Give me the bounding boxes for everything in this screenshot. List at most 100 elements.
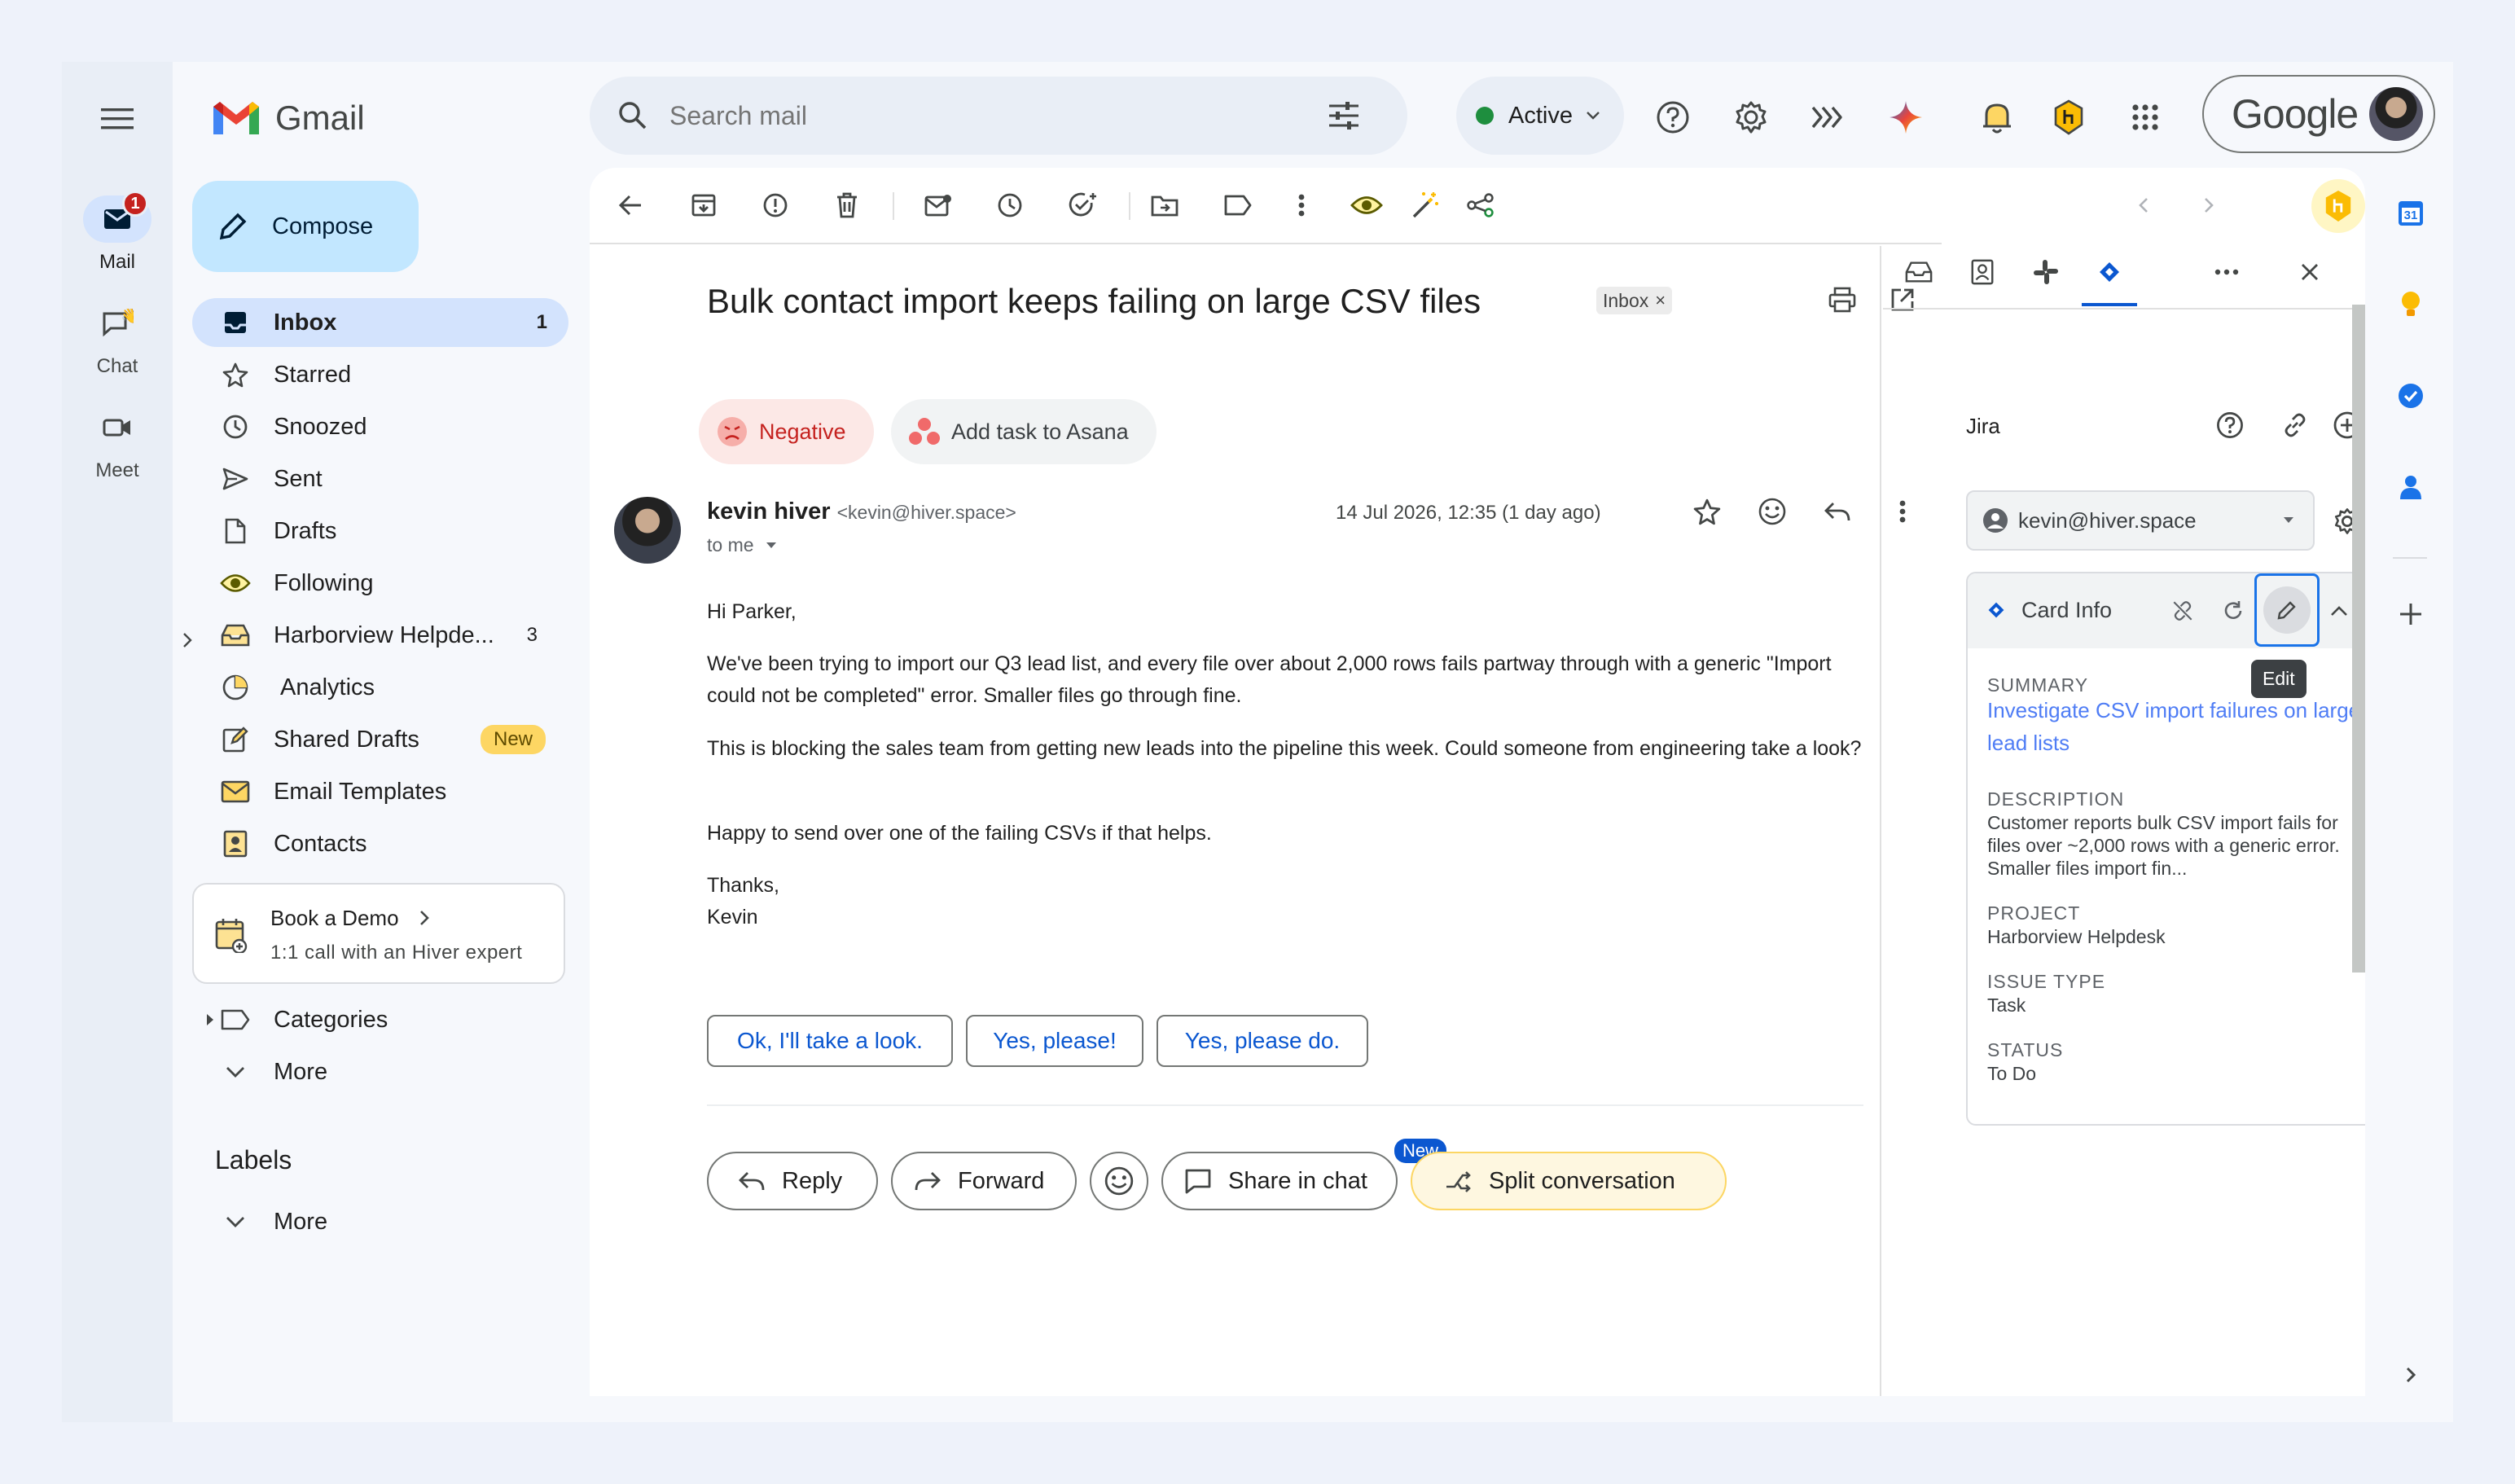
status-dot (1476, 107, 1494, 125)
archive-icon[interactable] (683, 184, 725, 226)
collapse-chevron-icon[interactable] (2323, 595, 2355, 627)
nav-item-shared-drafts[interactable]: Shared Drafts New (192, 715, 568, 764)
email-date: 14 Jul 2026, 12:35 (1 day ago) (1336, 502, 1601, 524)
nav-item-contacts[interactable]: Contacts (192, 819, 568, 868)
settings-gear-icon[interactable] (1728, 94, 1774, 140)
panel-scrollbar[interactable] (2352, 305, 2365, 973)
nav-item-inbox[interactable]: Inbox 1 (192, 298, 568, 347)
gmail-app: 1 Mail 👋 Chat Meet Gmail Compose Inbox 1… (62, 62, 2453, 1422)
keep-app-icon[interactable] (2390, 283, 2432, 326)
asana-label: Add task to Asana (951, 419, 1129, 444)
inbox-label-chip[interactable]: Inbox × (1596, 287, 1673, 314)
newer-chevron-icon[interactable] (2122, 184, 2165, 226)
magic-wand-icon[interactable] (1404, 184, 1446, 226)
summary-link[interactable]: Investigate CSV import failures on large… (1987, 694, 2365, 759)
google-apps-grid-icon[interactable] (2122, 94, 2168, 140)
recipient-details[interactable]: to me (707, 534, 777, 556)
split-conversation-button[interactable]: Split conversation (1411, 1152, 1727, 1210)
smart-reply-button[interactable]: Yes, please! (966, 1015, 1143, 1067)
nav-item-starred[interactable]: Starred (192, 350, 568, 399)
hiver-shield-icon[interactable] (2046, 94, 2091, 140)
back-arrow-icon[interactable] (609, 184, 652, 226)
search-icon[interactable] (617, 100, 648, 131)
mark-unread-icon[interactable] (917, 184, 959, 226)
contacts-app-icon[interactable] (2390, 466, 2432, 508)
nav-item-categories[interactable]: Categories (192, 995, 568, 1044)
smart-reply-button[interactable]: Yes, please do. (1157, 1015, 1368, 1067)
send-icon (222, 468, 248, 490)
chevron-right-icon (420, 911, 429, 925)
message-more-icon[interactable] (1881, 490, 1924, 533)
refresh-icon[interactable] (2217, 595, 2249, 627)
nav-label: Shared Drafts (274, 726, 419, 753)
nav-item-following[interactable]: Following (192, 559, 568, 608)
nav-label: Email Templates (274, 778, 447, 805)
nav-label: Analytics (280, 674, 375, 700)
tasks-app-icon[interactable] (2390, 375, 2432, 417)
close-panel-icon[interactable] (2287, 249, 2333, 295)
status-selector[interactable]: Active (1456, 77, 1624, 155)
star-icon[interactable] (1686, 490, 1728, 533)
hiver-logo-icon[interactable] (2311, 179, 2365, 233)
insert-emoji-button[interactable] (1090, 1152, 1148, 1210)
rail-mail[interactable]: 1 Mail (62, 191, 173, 274)
more-tabs-icon[interactable] (2204, 249, 2249, 295)
book-demo-card[interactable]: Book a Demo 1:1 call with an Hiver exper… (192, 883, 565, 984)
forward-button[interactable]: Forward (891, 1152, 1077, 1210)
calendar-app-icon[interactable]: 31 (2390, 192, 2432, 235)
label-icon[interactable] (1217, 184, 1259, 226)
help-icon[interactable] (1650, 94, 1696, 140)
jira-tab-icon[interactable] (2087, 249, 2132, 295)
add-asana-task-button[interactable]: Add task to Asana (891, 399, 1157, 464)
hiver-flow-icon[interactable] (1805, 94, 1850, 140)
main-menu-icon[interactable] (94, 96, 140, 142)
reply-icon[interactable] (1816, 490, 1859, 533)
smart-reply-button[interactable]: Ok, I'll take a look. (707, 1015, 953, 1067)
report-spam-icon[interactable] (754, 184, 797, 226)
search-options-icon[interactable] (1328, 101, 1360, 130)
nav-item-drafts[interactable]: Drafts (192, 507, 568, 555)
compose-button[interactable]: Compose (192, 181, 419, 272)
unlink-icon[interactable] (2166, 595, 2199, 627)
rail-chat[interactable]: 👋 Chat (62, 300, 173, 378)
more-vert-icon[interactable] (1280, 184, 1323, 226)
close-icon[interactable]: × (1655, 290, 1666, 311)
rail-mail-label: Mail (99, 251, 135, 273)
add-app-icon[interactable] (2390, 593, 2432, 635)
older-chevron-icon[interactable] (2188, 184, 2230, 226)
add-task-icon[interactable] (1062, 184, 1104, 226)
print-icon[interactable] (1821, 279, 1863, 321)
nav-item-snoozed[interactable]: Snoozed (192, 402, 568, 451)
link-icon[interactable] (2276, 406, 2315, 445)
edit-card-button[interactable] (2254, 573, 2320, 647)
delete-icon[interactable] (826, 184, 868, 226)
gemini-sparkle-icon[interactable] (1883, 94, 1929, 140)
nav-item-email-templates[interactable]: Email Templates (192, 767, 568, 816)
contact-card-tab-icon[interactable] (1960, 249, 2005, 295)
nav-item-more[interactable]: More (192, 1047, 568, 1096)
share-nodes-icon[interactable] (1459, 184, 1502, 226)
nav-item-sent[interactable]: Sent (192, 454, 568, 503)
search-input[interactable] (669, 100, 1288, 131)
move-to-icon[interactable] (1143, 184, 1186, 226)
jira-account-select[interactable]: kevin@hiver.space (1966, 490, 2315, 551)
nav-item-shared-inbox[interactable]: Harborview Helpde... 3 (192, 611, 568, 660)
expand-side-panel-icon[interactable] (2390, 1354, 2432, 1396)
notification-bell-icon[interactable] (1974, 94, 2020, 140)
nav-item-labels-more[interactable]: More (192, 1197, 568, 1246)
rail-meet[interactable]: Meet (62, 404, 173, 482)
nav-count: 3 (526, 624, 538, 646)
search-bar[interactable] (590, 77, 1407, 155)
emoji-react-icon[interactable] (1751, 490, 1793, 533)
reply-button[interactable]: Reply (707, 1152, 878, 1210)
sender-line: kevin hiver <kevin@hiver.space> (707, 498, 1016, 525)
follow-eye-icon[interactable] (1345, 184, 1388, 226)
slack-tab-icon[interactable] (2023, 249, 2069, 295)
snooze-icon[interactable] (989, 184, 1031, 226)
hiver-inbox-tab-icon[interactable] (1896, 249, 1942, 295)
help-icon[interactable] (2210, 406, 2249, 445)
nav-item-analytics[interactable]: Analytics (192, 663, 568, 712)
sender-avatar[interactable] (614, 497, 681, 564)
sentiment-tag[interactable]: Negative (699, 399, 874, 464)
share-in-chat-button[interactable]: Share in chat (1161, 1152, 1398, 1210)
